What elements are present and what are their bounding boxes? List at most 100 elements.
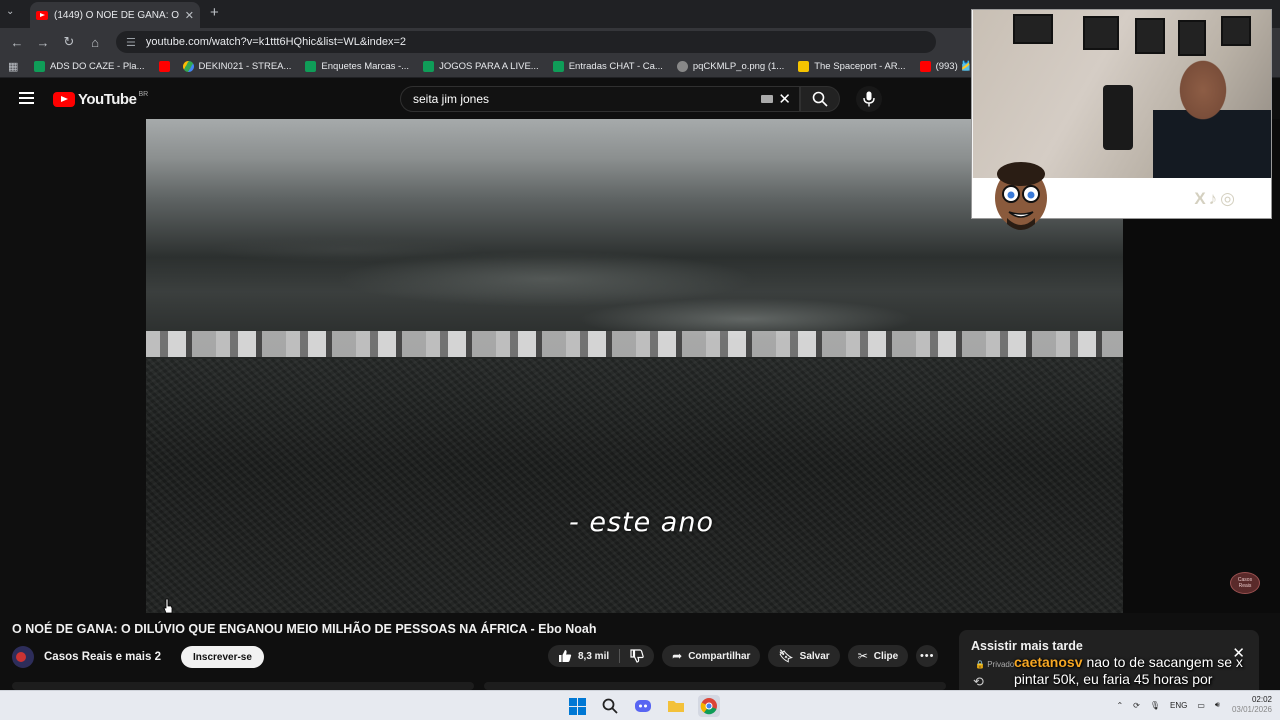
bookmark-label: ADS DO CAZE - Pla... [50, 61, 145, 72]
youtube-logo[interactable]: YouTube BR [53, 91, 148, 108]
save-button[interactable]: 🔖︎ Salvar [768, 645, 840, 667]
bookmark-label: Entradas CHAT - Ca... [568, 61, 663, 72]
site-info-icon[interactable]: ☰ [126, 36, 136, 49]
youtube-play-icon [53, 92, 75, 107]
system-tray: ⌃ ⟳ 🎙︎ ENG ▭ 🔊︎ 02:02 03/01/2026 [1106, 695, 1272, 715]
browser-tab-active[interactable]: (1449) O NOÉ DE GANA: O DILÚ ✕ [30, 2, 200, 28]
keyboard-icon[interactable] [761, 95, 773, 103]
windows-taskbar: ⌃ ⟳ 🎙︎ ENG ▭ 🔊︎ 02:02 03/01/2026 [0, 690, 1280, 720]
drive-icon [182, 61, 194, 72]
web-icon [676, 61, 688, 72]
bookmark-label: pqCKMLP_o.png (1... [692, 61, 785, 72]
start-button[interactable] [566, 695, 588, 717]
thumbs-down-icon [630, 649, 644, 663]
channel-avatar[interactable] [12, 646, 34, 668]
privacy-label: 🔒 Privado [975, 660, 1015, 669]
cartoon-mascot-icon [995, 162, 1047, 230]
youtube-favicon-icon [36, 10, 48, 20]
youtube-wordmark: YouTube [78, 91, 137, 108]
bookmark-item[interactable]: DEKIN021 - STREA... [182, 61, 291, 72]
youtube-icon [919, 61, 931, 72]
chrome-app[interactable] [698, 695, 720, 717]
chat-username: caetanosv [1014, 654, 1083, 670]
tray-chevron-icon[interactable]: ⌃ [1116, 701, 1123, 710]
social-icons: X♪◎ [1194, 188, 1238, 208]
url-text: youtube.com/watch?v=k1ttt6HQhic&list=WL&… [145, 36, 407, 48]
clock-date: 03/01/2026 [1231, 705, 1272, 714]
country-code: BR [138, 91, 149, 98]
loop-icon[interactable]: ⟲ [973, 674, 984, 690]
save-label: Salvar [799, 650, 830, 662]
chrome-icon [700, 698, 717, 715]
home-icon[interactable]: ⌂ [82, 35, 108, 50]
new-tab-icon[interactable]: + [210, 4, 219, 21]
voice-search-button[interactable] [856, 86, 882, 112]
like-dislike-group: 8,3 mil [548, 645, 655, 667]
search-icon [812, 91, 828, 107]
forward-arrow-icon[interactable]: → [30, 35, 56, 50]
clock[interactable]: 02:02 03/01/2026 [1232, 695, 1272, 715]
bookmark-item[interactable]: ADS DO CAZE - Pla... [34, 61, 145, 72]
search-button[interactable] [800, 86, 840, 112]
more-actions-button[interactable]: ••• [916, 645, 939, 667]
bookmark-item[interactable]: pqCKMLP_o.png (1... [676, 61, 785, 72]
youtube-icon [158, 61, 170, 72]
video-actions: 8,3 mil ➦ Compartilhar 🔖︎ Salvar ✂ Clipe… [548, 645, 939, 667]
folder-icon [668, 701, 684, 712]
channel-watermark[interactable]: Casos Reais [1230, 572, 1260, 594]
webcam-chair [1103, 85, 1133, 150]
streamer-person [1153, 50, 1271, 178]
scissors-icon: ✂ [857, 649, 868, 663]
sheets-icon [34, 61, 45, 72]
address-bar[interactable]: ☰ youtube.com/watch?v=k1ttt6HQhic&list=W… [116, 31, 936, 53]
wall-frame [1013, 14, 1053, 44]
channel-row: Casos Reais e mais 2 Inscrever-se [12, 645, 264, 669]
bookmark-label: Enquetes Marcas -... [321, 61, 410, 72]
bookmark-item[interactable]: Entradas CHAT - Ca... [552, 61, 663, 72]
like-button[interactable]: 8,3 mil [548, 649, 619, 663]
playlist-title[interactable]: Assistir mais tarde [971, 639, 1247, 653]
thumbs-up-icon [559, 650, 572, 662]
subscribe-button[interactable]: Inscrever-se [181, 646, 264, 668]
description-box[interactable] [12, 682, 474, 690]
share-button[interactable]: ➦ Compartilhar [662, 645, 761, 667]
bookmark-item[interactable] [158, 61, 175, 72]
sheets-icon [552, 61, 564, 72]
video-frame-city [146, 359, 1123, 613]
more-dots-icon: ••• [919, 650, 935, 662]
clear-search-icon[interactable]: ✕ [778, 90, 791, 108]
bookmark-item[interactable]: Enquetes Marcas -... [305, 61, 409, 72]
clip-button[interactable]: ✂ Clipe [847, 645, 909, 667]
webcam-room [973, 10, 1271, 178]
clip-label: Clipe [873, 650, 899, 662]
clock-time: 02:02 [1251, 695, 1272, 704]
apps-grid-icon[interactable]: ▦ [8, 60, 22, 73]
channel-name[interactable]: Casos Reais e mais 2 [44, 651, 161, 663]
search-input[interactable]: seita jim jones ✕ [400, 86, 800, 112]
hamburger-menu-icon[interactable] [19, 92, 34, 107]
search-query: seita jim jones [413, 92, 490, 106]
tab-search-chevron-icon[interactable]: ⌄ [6, 6, 14, 17]
microphone-tray-icon[interactable]: 🎙︎ [1150, 701, 1160, 710]
comments-box[interactable] [484, 682, 946, 690]
bookmark-item[interactable]: JOGOS PARA A LIVE... [423, 61, 539, 72]
bookmark-item[interactable]: The Spaceport - AR... [798, 61, 906, 72]
share-arrow-icon: ➦ [672, 649, 683, 663]
bookmark-label: The Spaceport - AR... [814, 61, 906, 72]
network-sync-icon[interactable]: ⟳ [1133, 701, 1140, 710]
discord-icon [635, 700, 651, 712]
file-explorer-app[interactable] [665, 695, 687, 717]
monitor-icon[interactable]: ▭ [1197, 701, 1205, 710]
input-language[interactable]: ENG [1170, 701, 1187, 710]
close-tab-icon[interactable]: ✕ [185, 9, 194, 22]
back-arrow-icon[interactable]: ← [4, 35, 30, 50]
reload-icon[interactable]: ↻ [56, 34, 82, 50]
volume-icon[interactable]: 🔊︎ [1215, 700, 1220, 710]
windows-logo-icon [568, 697, 586, 715]
search-taskbar-button[interactable] [599, 695, 621, 717]
video-subtitle: - este ano [569, 507, 714, 538]
discord-app[interactable] [632, 695, 654, 717]
search-icon [602, 698, 618, 714]
sheets-icon [423, 61, 435, 72]
dislike-button[interactable] [620, 649, 654, 663]
